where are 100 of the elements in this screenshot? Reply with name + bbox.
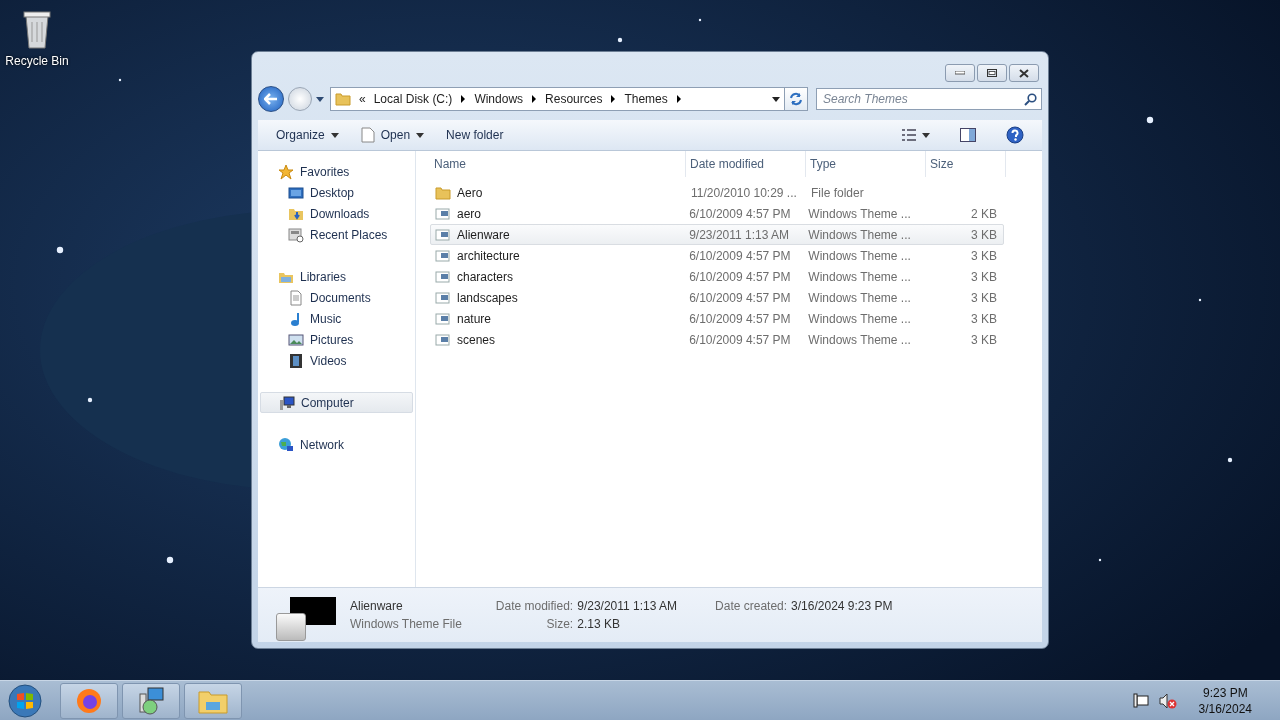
nav-item[interactable]: Favorites <box>258 161 415 182</box>
file-row[interactable]: Aero 11/20/2010 10:29 ... File folder <box>430 182 1004 203</box>
detail-label: Date modified: <box>495 599 574 613</box>
file-name: nature <box>457 311 492 326</box>
folder-icon <box>435 184 451 201</box>
chevron-icon <box>675 95 682 103</box>
detail-label: Size: <box>545 617 574 631</box>
maximize-button[interactable] <box>977 64 1007 82</box>
file-name: aero <box>457 206 482 221</box>
file-name: architecture <box>457 248 520 263</box>
minimize-icon <box>955 71 965 75</box>
nav-item[interactable]: Documents <box>258 287 415 308</box>
address-bar[interactable]: « Local Disk (C:) Windows Resources Themes <box>330 87 785 111</box>
toolbar-button[interactable]: New folder <box>438 123 512 147</box>
table-cell-text: 6/10/2009 4:57 PM <box>688 269 792 284</box>
desktop-icon <box>288 184 304 201</box>
table-cell-text: Windows Theme ... <box>807 269 912 284</box>
nav-item[interactable]: Pictures <box>258 329 415 350</box>
breadcrumb[interactable]: Resources <box>545 92 603 106</box>
theme-file-icon <box>435 289 451 306</box>
theme-file-icon <box>435 205 451 222</box>
file-row[interactable]: nature 6/10/2009 4:57 PM Windows Theme ... 3 KB <box>430 308 1004 329</box>
theme-file-icon <box>435 226 451 243</box>
caret-icon <box>316 96 324 102</box>
chevron-icon <box>460 95 467 103</box>
caret-icon <box>772 96 780 102</box>
maximize-icon <box>987 69 997 77</box>
column-header[interactable]: Name <box>430 151 686 177</box>
star-icon <box>278 163 294 180</box>
taskbar-app-button[interactable] <box>60 682 118 719</box>
detail-file-type: Windows Theme File <box>350 617 462 631</box>
file-name: Alienware <box>457 227 510 242</box>
column-header[interactable]: Date modified <box>686 151 806 177</box>
file-row[interactable]: aero 6/10/2009 4:57 PM Windows Theme ... 2 KB <box>430 203 1004 224</box>
table-cell-text: 6/10/2009 4:57 PM <box>688 290 792 305</box>
breadcrumb[interactable]: Windows <box>474 92 524 106</box>
table-cell-text: 6/10/2009 4:57 PM <box>688 248 792 263</box>
chevron-icon <box>610 95 617 103</box>
table-cell-text: 3 KB <box>970 290 998 305</box>
detail-value: 2.13 KB <box>577 617 621 631</box>
nav-item[interactable]: Downloads <box>258 203 415 224</box>
search-field[interactable]: Search Themes <box>816 88 1042 110</box>
toolbar-button[interactable]: Open <box>352 123 433 147</box>
nav-item[interactable]: Desktop <box>258 182 415 203</box>
nav-item[interactable]: Music <box>258 308 415 329</box>
table-cell-text: File folder <box>810 185 865 200</box>
clock-date: 3/16/2024 <box>1198 700 1252 717</box>
breadcrumb[interactable]: Local Disk (C:) <box>373 92 453 106</box>
theme-file-icon <box>435 331 451 348</box>
detail-file-name: Alienware <box>350 599 404 613</box>
table-cell-text: 3 KB <box>970 248 998 263</box>
caret-icon <box>330 132 339 138</box>
table-cell-text: Windows Theme ... <box>807 311 912 326</box>
document-icon <box>288 289 304 306</box>
close-button[interactable] <box>1009 64 1039 82</box>
file-row[interactable]: characters 6/10/2009 4:57 PM Windows Theme ... 3 KB <box>430 266 1004 287</box>
desktop-icon-label: Recycle Bin <box>5 54 69 68</box>
folder-icon <box>335 91 351 107</box>
column-header[interactable]: Type <box>806 151 926 177</box>
globe-icon <box>278 436 294 453</box>
table-cell-text: 9/23/2011 1:13 AM <box>688 227 791 242</box>
theme-file-icon <box>435 310 451 327</box>
taskbar-app-button[interactable] <box>122 682 180 719</box>
picture-icon <box>288 331 304 348</box>
file-row[interactable]: architecture 6/10/2009 4:57 PM Windows Theme ... 3 KB <box>430 245 1004 266</box>
nav-item[interactable]: Libraries <box>258 266 415 287</box>
help-icon <box>1006 126 1024 144</box>
nav-item[interactable]: Network <box>258 434 415 455</box>
arrow-left-icon <box>264 93 278 105</box>
nav-item[interactable]: Computer <box>260 392 413 413</box>
theme-file-icon <box>435 268 451 285</box>
file-row[interactable]: landscapes 6/10/2009 4:57 PM Windows Theme ... 3 KB <box>430 287 1004 308</box>
computer-icon <box>279 394 295 411</box>
table-cell-text: 6/10/2009 4:57 PM <box>688 332 792 347</box>
pane-icon <box>960 128 976 142</box>
table-cell-text: Windows Theme ... <box>807 227 912 242</box>
theme-file-icon <box>435 247 451 264</box>
recycle-bin-icon <box>22 10 52 50</box>
speaker-muted-icon <box>1158 692 1177 709</box>
caret-icon <box>416 132 425 138</box>
table-cell-text: Windows Theme ... <box>807 332 912 347</box>
table-cell-text: 6/10/2009 4:57 PM <box>688 206 792 221</box>
file-row[interactable]: scenes 6/10/2009 4:57 PM Windows Theme ... 3 KB <box>430 329 1004 350</box>
nav-item[interactable]: Recent Places <box>258 224 415 245</box>
toolbar-button[interactable]: Organize <box>268 123 347 147</box>
table-cell-text: Windows Theme ... <box>807 206 912 221</box>
document-icon <box>360 127 375 143</box>
table-cell-text: Windows Theme ... <box>807 290 912 305</box>
chevron-icon <box>531 95 538 103</box>
file-row[interactable]: Alienware 9/23/2011 1:13 AM Windows Theme ... 3 KB <box>430 224 1004 245</box>
clock-time: 9:23 PM <box>1202 684 1248 701</box>
back-button[interactable] <box>258 86 284 112</box>
list-view-icon <box>902 129 916 141</box>
search-icon <box>1024 93 1037 106</box>
breadcrumb[interactable]: Themes <box>624 92 668 106</box>
table-cell-text: 3 KB <box>970 227 998 242</box>
nav-item[interactable]: Videos <box>258 350 415 371</box>
overflow-chevron[interactable]: « <box>359 92 366 106</box>
refresh-button[interactable] <box>784 87 808 111</box>
column-header[interactable]: Size <box>926 151 1006 177</box>
